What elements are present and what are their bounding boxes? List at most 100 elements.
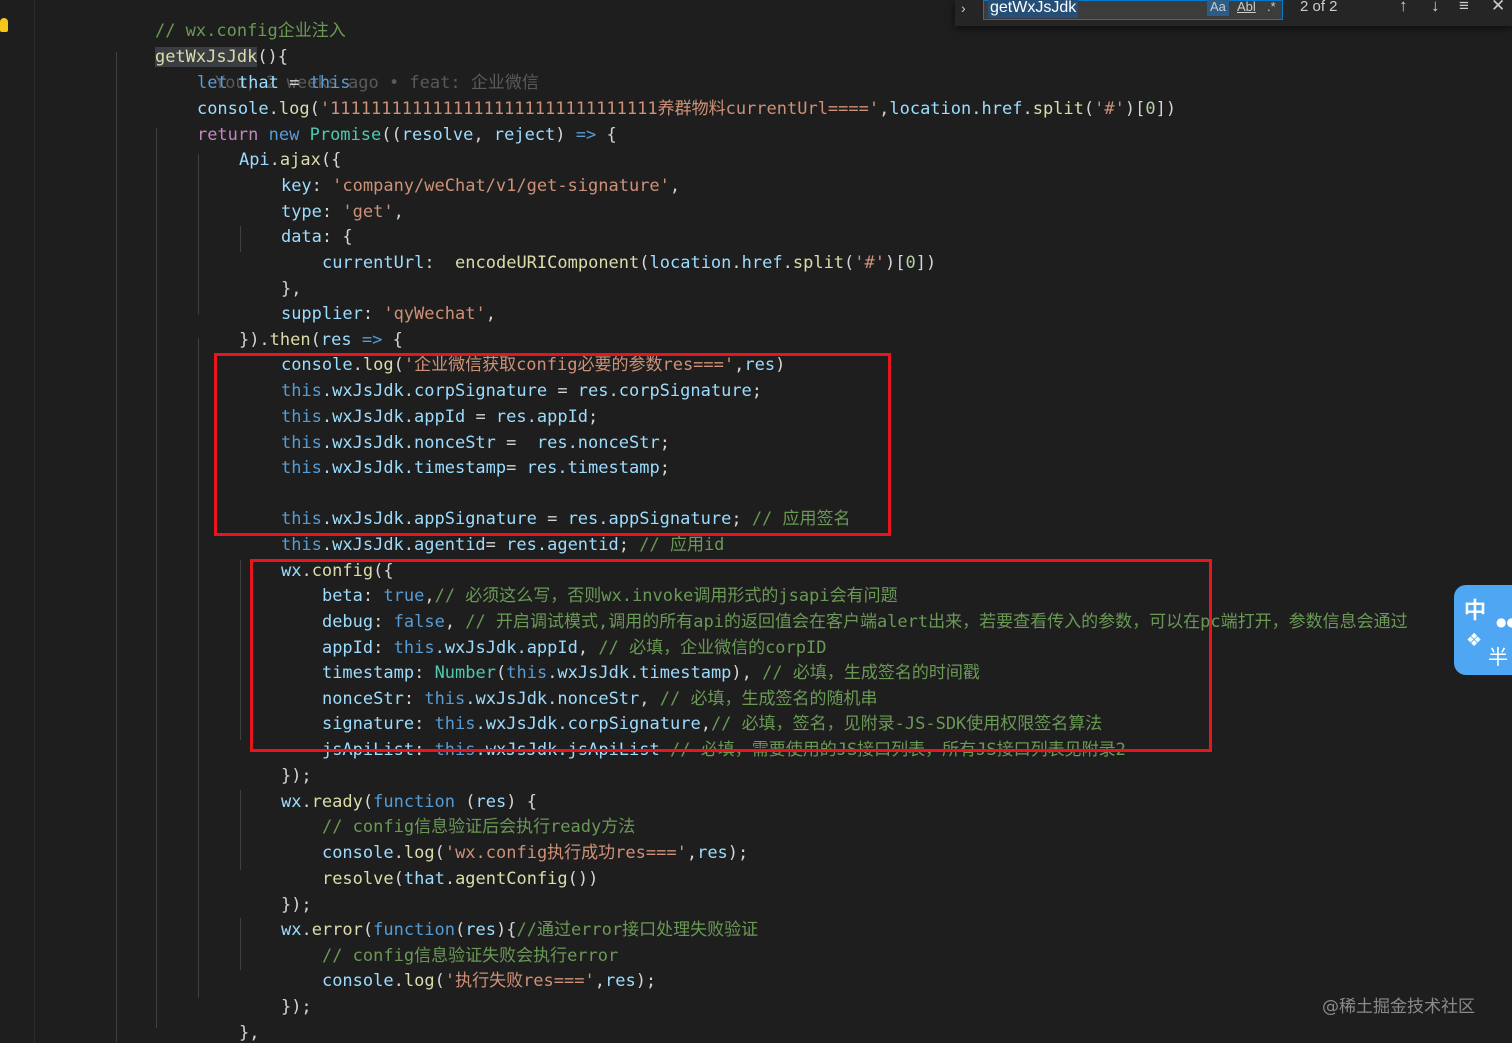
code-token: encodeURIComponent bbox=[455, 253, 640, 273]
code-line: data: { bbox=[240, 198, 353, 247]
code-line: wx.error(function(res){//通过error接口处理失败验证 bbox=[240, 891, 758, 940]
code-token: location bbox=[649, 253, 732, 273]
code-token: ( bbox=[639, 253, 650, 273]
code-token: , bbox=[485, 304, 496, 324]
code-string: '执行失败res===' bbox=[444, 971, 595, 991]
code-token: . bbox=[444, 869, 456, 889]
code-token: that bbox=[403, 869, 445, 889]
code-number: 0 bbox=[1145, 99, 1156, 119]
code-token: . bbox=[731, 253, 742, 273]
code-token: res bbox=[604, 971, 636, 991]
code-line: console.log('111111111111111111111111111… bbox=[156, 70, 1176, 119]
arrow-up-icon[interactable]: ↑ bbox=[1399, 0, 1408, 16]
code-token: href bbox=[981, 99, 1023, 119]
code-token: => bbox=[575, 125, 597, 145]
code-token: , bbox=[594, 971, 605, 991]
code-comment: // 应用id bbox=[639, 535, 725, 555]
code-token: ()) bbox=[567, 869, 599, 889]
code-line: supplier: 'qyWechat', bbox=[240, 275, 496, 324]
code-line: resolve(that.agentConfig()) bbox=[281, 840, 598, 889]
match-case-toggle[interactable]: Aa bbox=[1207, 0, 1229, 16]
code-token: ) bbox=[555, 125, 576, 145]
code-token: ( bbox=[1083, 99, 1095, 119]
indent-guide bbox=[116, 52, 117, 1042]
chevron-right-icon[interactable]: › bbox=[961, 0, 977, 20]
code-token: . bbox=[971, 99, 982, 119]
code-token: reject bbox=[493, 125, 556, 145]
match-count: 2 of 2 bbox=[1300, 0, 1338, 15]
code-token: currentUrl bbox=[321, 253, 425, 273]
code-line: // wx.config企业注入 bbox=[114, 0, 346, 41]
indent-guide bbox=[156, 128, 157, 1028]
code-line: return new Promise((resolve, reject) => … bbox=[156, 96, 617, 145]
code-line: // config信息验证失败会执行error bbox=[281, 917, 618, 966]
code-line: key: 'company/weChat/v1/get-signature', bbox=[240, 147, 680, 196]
regex-toggle[interactable]: .* bbox=[1267, 0, 1276, 16]
code-token: console bbox=[321, 971, 394, 991]
code-line: console.log('wx.config执行成功res===',res); bbox=[281, 814, 748, 863]
ime-settings-icon[interactable]: ●● bbox=[1496, 615, 1512, 629]
code-line: wx.ready(function (res) { bbox=[240, 763, 537, 812]
code-line: Api.ajax({ bbox=[198, 121, 341, 170]
code-token: = bbox=[485, 535, 507, 555]
code-token: location bbox=[889, 99, 972, 119]
code-token: log bbox=[403, 971, 435, 991]
arrow-down-icon[interactable]: ↓ bbox=[1431, 0, 1440, 16]
ime-width-indicator[interactable]: 半 bbox=[1488, 641, 1508, 670]
code-token: , bbox=[669, 176, 681, 196]
code-line: }).then(res => { bbox=[198, 301, 403, 350]
code-token: ; bbox=[618, 535, 640, 555]
code-token: ]) bbox=[915, 253, 937, 273]
code-token: : bbox=[424, 253, 456, 273]
code-token: resolve bbox=[401, 125, 474, 145]
code-token: . bbox=[1022, 99, 1033, 119]
find-in-selection-icon[interactable]: ≡ bbox=[1459, 0, 1469, 16]
code-token: ( bbox=[844, 253, 855, 273]
ime-toolbar[interactable]: 中 ●● ❖ 半 bbox=[1454, 585, 1512, 675]
indent-guide bbox=[198, 338, 199, 998]
code-token: . bbox=[393, 971, 404, 991]
code-line: }); bbox=[240, 866, 312, 915]
code-token: (( bbox=[381, 125, 402, 145]
code-token: ); bbox=[727, 843, 749, 863]
annotation-box-assignments bbox=[214, 353, 891, 536]
code-line: // config信息验证后会执行ready方法 bbox=[281, 788, 635, 837]
code-token: ]) bbox=[1155, 99, 1177, 119]
code-string: '#' bbox=[1094, 99, 1125, 119]
code-line: console.log('执行失败res===',res); bbox=[281, 942, 656, 991]
code-token: )[ bbox=[885, 253, 906, 273]
ime-language-indicator[interactable]: 中 bbox=[1464, 593, 1486, 625]
code-token: res.agentid bbox=[506, 535, 619, 555]
code-token: , bbox=[686, 843, 698, 863]
code-token: split bbox=[1032, 99, 1084, 119]
whole-word-toggle[interactable]: Abl bbox=[1237, 0, 1256, 16]
code-token: , bbox=[393, 202, 404, 222]
find-query-text: getWxJsJdk bbox=[988, 0, 1079, 18]
code-token: agentConfig bbox=[455, 869, 568, 889]
code-line: }); bbox=[240, 968, 312, 1017]
code-token: ( bbox=[434, 971, 445, 991]
code-token: href bbox=[741, 253, 783, 273]
lightbulb-icon[interactable] bbox=[0, 18, 8, 32]
find-widget: › getWxJsJdk Aa Abl .* 2 of 2 ↑ ↓ ≡ ✕ bbox=[955, 0, 1512, 26]
code-line: let that = this bbox=[156, 44, 351, 93]
code-token: . bbox=[782, 253, 793, 273]
code-token: , bbox=[473, 125, 494, 145]
code-token: , bbox=[879, 99, 890, 119]
code-token: resolve bbox=[321, 869, 394, 889]
watermark: @稀土掘金技术社区 bbox=[1322, 997, 1475, 1017]
code-token: }); bbox=[280, 997, 312, 1017]
code-token: ); bbox=[635, 971, 657, 991]
code-token: res bbox=[697, 843, 728, 863]
code-token: split bbox=[792, 253, 845, 273]
close-icon[interactable]: ✕ bbox=[1491, 0, 1505, 16]
code-token: ( bbox=[393, 869, 404, 889]
code-number: 0 bbox=[905, 253, 916, 273]
code-line: currentUrl: encodeURIComponent(location.… bbox=[281, 224, 936, 273]
skin-shirt-icon[interactable]: ❖ bbox=[1466, 630, 1482, 651]
code-token: { bbox=[596, 125, 617, 145]
code-line: console.log('企业微信获取config必要的参数res===',re… bbox=[240, 326, 785, 375]
code-line: res => { bbox=[198, 1020, 321, 1043]
editor-gutter bbox=[0, 0, 35, 1043]
code-token: )[ bbox=[1124, 99, 1146, 119]
